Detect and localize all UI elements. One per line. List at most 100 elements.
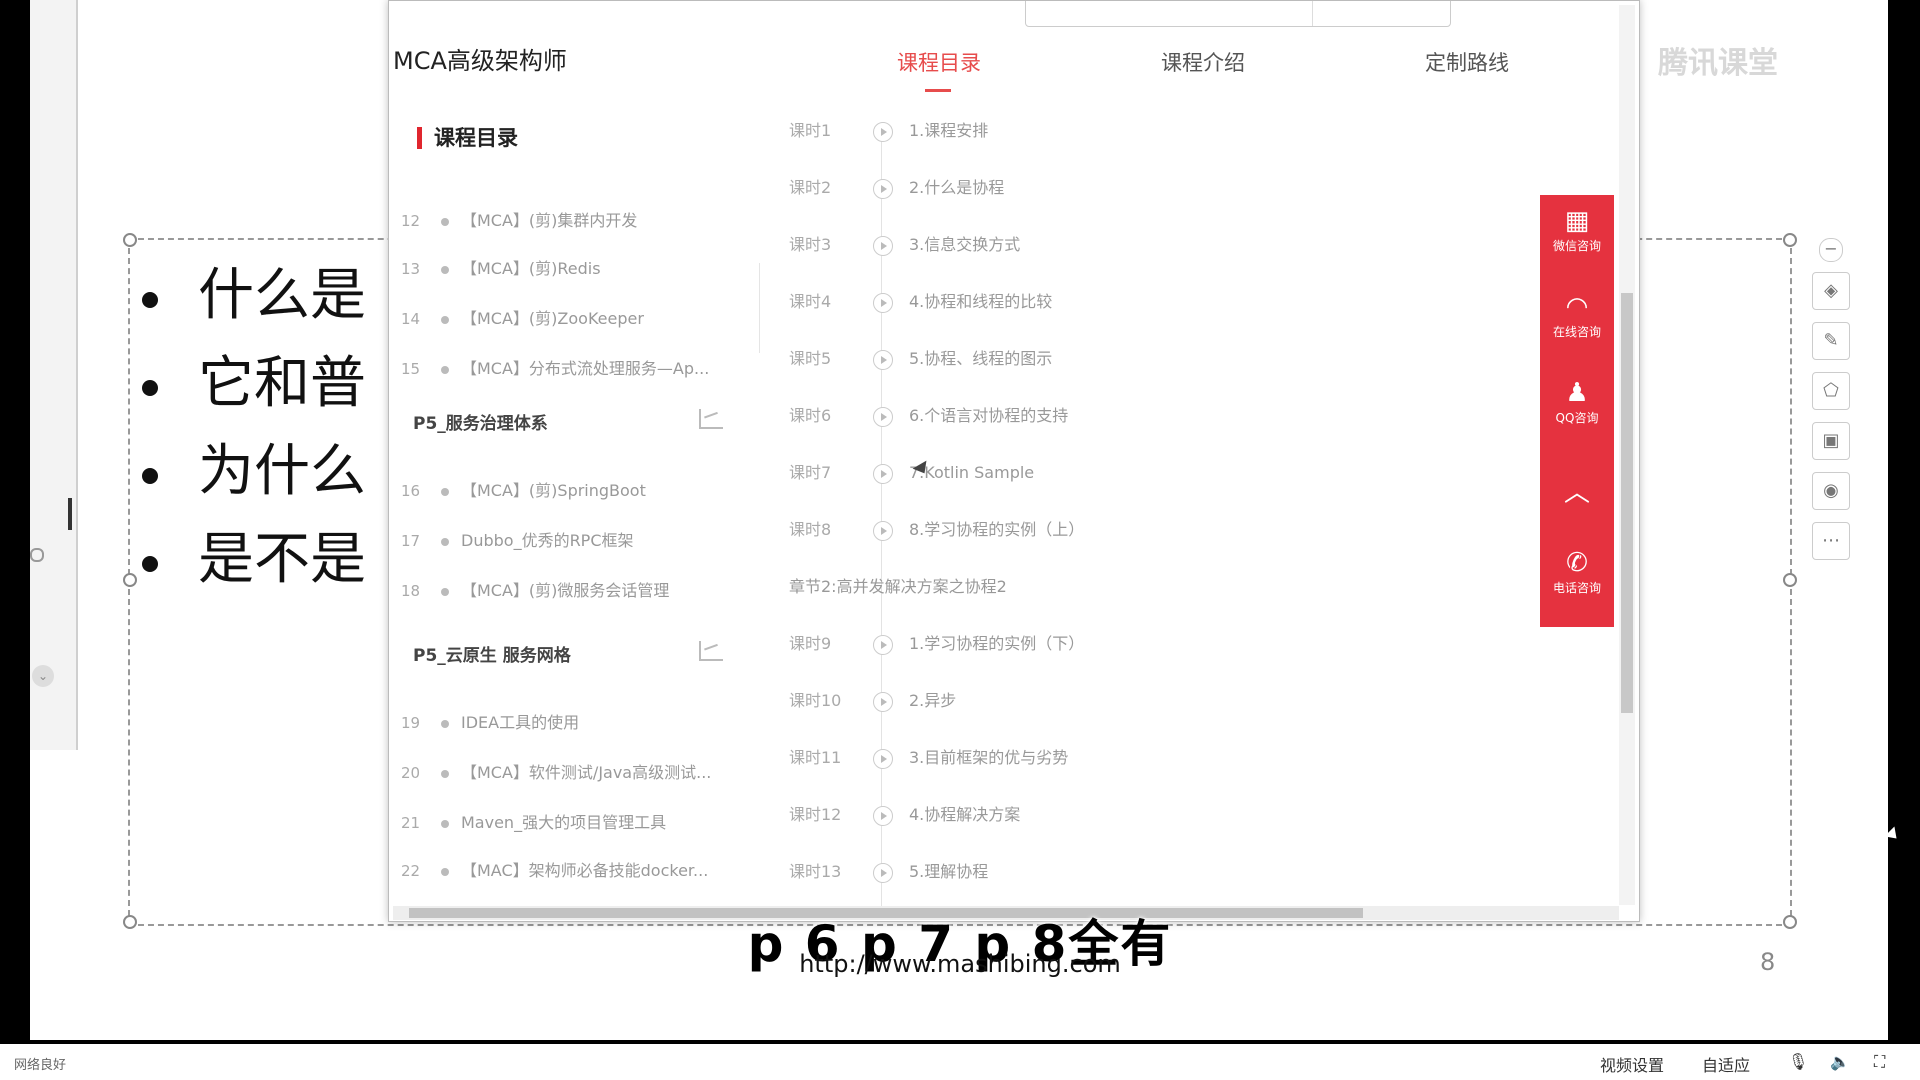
play-icon[interactable] xyxy=(873,691,893,712)
lesson-item[interactable]: 课时12 4.协程解决方案 xyxy=(789,801,1020,826)
bullet-icon xyxy=(441,719,449,728)
lesson-number: 课时1 xyxy=(789,121,832,140)
lesson-item[interactable]: 课时13 5.理解协程 xyxy=(789,858,988,883)
lesson-title: 8.学习协程的实例（上） xyxy=(909,520,1085,539)
lesson-item[interactable]: 课时10 2.异步 xyxy=(789,687,956,712)
lesson-title: 1.课程安排 xyxy=(909,121,989,140)
search-box[interactable] xyxy=(1025,1,1451,27)
panel-marker xyxy=(68,498,72,530)
crop-icon[interactable]: ▣ xyxy=(1812,422,1850,460)
tab-course-catalog[interactable]: 课程目录 xyxy=(897,47,981,77)
lesson-item[interactable]: 课时2 2.什么是协程 xyxy=(789,174,1004,199)
play-icon[interactable] xyxy=(873,235,893,256)
microphone-icon[interactable]: 🎙 xyxy=(1788,1052,1808,1071)
play-icon[interactable] xyxy=(873,349,893,370)
layers-icon[interactable]: ◈ xyxy=(1812,272,1850,310)
catalog-heading: 课程目录 xyxy=(417,127,518,149)
contact-panel-label: 微信咨询 xyxy=(1552,239,1601,253)
course-list-item[interactable]: 16 【MCA】(剪)SpringBoot xyxy=(401,477,646,501)
course-list-item[interactable]: 19 IDEA工具的使用 xyxy=(401,709,579,733)
chevron-down-icon[interactable]: ⌄ xyxy=(32,665,54,687)
course-list-item[interactable]: 13 【MCA】(剪)Redis xyxy=(401,255,601,279)
slide-bullet: 是不是 xyxy=(142,514,366,595)
qq-icon: ♟ xyxy=(1565,378,1589,408)
play-icon[interactable] xyxy=(873,406,893,427)
shape-icon[interactable]: ⬠ xyxy=(1812,372,1850,410)
course-list-item[interactable]: 15 【MCA】分布式流处理服务—Ap... xyxy=(401,355,709,379)
lesson-item[interactable]: 课时4 4.协程和线程的比较 xyxy=(789,288,1052,313)
lightbulb-icon[interactable]: ◉ xyxy=(1812,472,1850,510)
tab-custom-route[interactable]: 定制路线 xyxy=(1425,47,1509,77)
lesson-item[interactable]: 课时6 6.个语言对协程的支持 xyxy=(789,402,1069,427)
resize-handle[interactable] xyxy=(1783,233,1797,247)
lesson-number: 课时3 xyxy=(789,235,832,254)
contact-panel-item[interactable]: ︿ xyxy=(1540,477,1614,509)
lesson-item[interactable]: 课时7 7.Kotlin Sample xyxy=(789,459,1034,484)
play-icon[interactable] xyxy=(873,862,893,883)
lesson-number: 课时6 xyxy=(789,406,832,425)
volume-icon[interactable]: 🔈 xyxy=(1830,1052,1850,1071)
presentation-stage: ⌄ 什么是 它和普 为什么 是不是 8 腾讯课堂 − ◈ ✎ ⬠ ▣ ◉ ⋯ M… xyxy=(30,0,1888,1040)
contact-panel: ▦ 微信咨询 ◠ 在线咨询 ♟ QQ咨询 ︿ ✆ 电话咨询 xyxy=(1540,195,1614,627)
course-title: 【MCA】(剪)ZooKeeper xyxy=(461,309,644,328)
course-list-item[interactable]: 18 【MCA】(剪)微服务会话管理 xyxy=(401,577,669,601)
lesson-number: 课时4 xyxy=(789,292,832,311)
zoom-out-icon[interactable]: − xyxy=(1819,238,1843,262)
course-section-header[interactable]: P5_云原生 服务网格 xyxy=(413,641,723,666)
course-list-item[interactable]: 21 Maven_强大的项目管理工具 xyxy=(401,809,666,833)
lesson-list: 课时1 1.课程安排课时2 2.什么是协程 课时3 3.信息交换方式课时4 4.协程和线程… xyxy=(789,109,1349,909)
lesson-item[interactable]: 课时1 1.课程安排 xyxy=(789,117,989,142)
course-title: 【MCA】(剪)集群内开发 xyxy=(461,211,638,230)
network-status: 网络良好 xyxy=(14,1058,67,1073)
contact-panel-item[interactable]: ✆ 电话咨询 xyxy=(1540,547,1614,596)
settings-dot-icon[interactable] xyxy=(30,548,44,562)
resize-handle[interactable] xyxy=(123,233,137,247)
lesson-title: 3.目前框架的优与劣势 xyxy=(909,748,1069,767)
contact-panel-item[interactable]: ▦ 微信咨询 xyxy=(1540,205,1614,254)
course-list-item[interactable]: 14 【MCA】(剪)ZooKeeper xyxy=(401,305,644,329)
play-icon[interactable] xyxy=(873,463,893,484)
play-icon[interactable] xyxy=(873,520,893,541)
course-list-item[interactable]: 20 【MCA】软件测试/Java高级测试... xyxy=(401,759,711,783)
resize-handle[interactable] xyxy=(123,573,137,587)
lesson-item[interactable]: 课时8 8.学习协程的实例（上） xyxy=(789,516,1085,541)
phone-icon: ✆ xyxy=(1566,548,1588,578)
course-list-item[interactable]: 12 【MCA】(剪)集群内开发 xyxy=(401,207,637,231)
lesson-item[interactable]: 课时3 3.信息交换方式 xyxy=(789,231,1020,256)
lesson-title: 6.个语言对协程的支持 xyxy=(909,406,1069,425)
course-title: 【MCA】(剪)SpringBoot xyxy=(461,481,646,500)
course-number: 20 xyxy=(401,764,421,782)
tab-course-intro[interactable]: 课程介绍 xyxy=(1161,47,1245,77)
play-icon[interactable] xyxy=(873,805,893,826)
contact-panel-item[interactable]: ◠ 在线咨询 xyxy=(1540,291,1614,340)
course-section-header[interactable]: P5_服务治理体系 xyxy=(413,409,723,434)
lesson-item[interactable]: 课时11 3.目前框架的优与劣势 xyxy=(789,744,1069,769)
video-settings-button[interactable]: 视频设置 xyxy=(1600,1052,1664,1076)
play-icon[interactable] xyxy=(873,748,893,769)
lesson-item[interactable]: 课时5 5.协程、线程的图示 xyxy=(789,345,1052,370)
course-title: 【MCA】(剪)微服务会话管理 xyxy=(461,581,670,600)
bullet-icon xyxy=(441,315,449,324)
lesson-number: 课时9 xyxy=(789,634,832,653)
pen-icon[interactable]: ✎ xyxy=(1812,322,1850,360)
course-number: 15 xyxy=(401,360,421,378)
vertical-scrollbar[interactable] xyxy=(1619,5,1635,905)
play-icon[interactable] xyxy=(873,634,893,655)
course-title: IDEA工具的使用 xyxy=(461,713,580,732)
lesson-item[interactable]: 课时9 1.学习协程的实例（下） xyxy=(789,630,1084,655)
brand-title: MCA高级架构师 xyxy=(393,47,567,75)
divider xyxy=(759,263,760,353)
more-icon[interactable]: ⋯ xyxy=(1812,522,1850,560)
course-list-item[interactable]: 17 Dubbo_优秀的RPC框架 xyxy=(401,527,634,551)
play-icon[interactable] xyxy=(873,292,893,313)
slide-bullet: 为什么 xyxy=(142,426,366,507)
contact-panel-item[interactable]: ♟ QQ咨询 xyxy=(1540,377,1614,426)
fullscreen-icon[interactable]: ⛶ xyxy=(1874,1052,1885,1072)
adaptive-button[interactable]: 自适应 xyxy=(1702,1052,1750,1076)
chart-icon xyxy=(699,641,723,661)
bullet-icon xyxy=(441,487,449,496)
course-list-item[interactable]: 22 【MAC】架构师必备技能docker... xyxy=(401,857,708,881)
play-icon[interactable] xyxy=(873,178,893,199)
resize-handle[interactable] xyxy=(1783,573,1797,587)
play-icon[interactable] xyxy=(873,121,893,142)
